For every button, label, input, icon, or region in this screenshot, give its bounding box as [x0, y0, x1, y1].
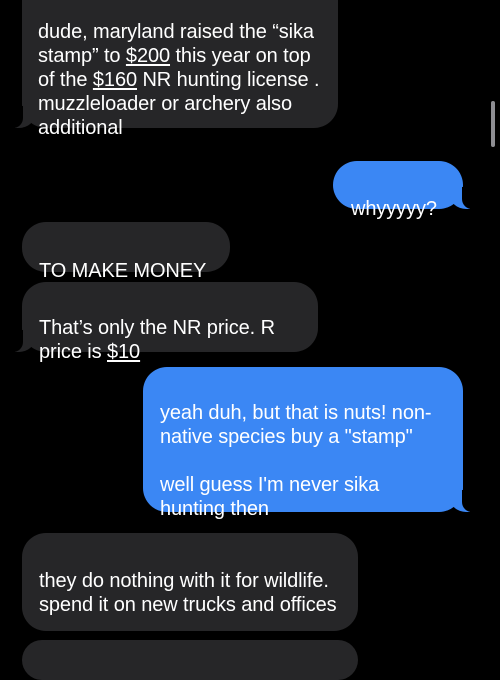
bubble-tail: [450, 187, 476, 209]
incoming-message-bubble[interactable]: they do nothing with it for wildlife. sp…: [22, 533, 358, 631]
message-text: That’s only the NR price. R price is $10: [39, 317, 275, 363]
incoming-message-bubble[interactable]: [22, 640, 358, 680]
scrollbar[interactable]: [491, 101, 495, 147]
message-text: dude, maryland raised the “sika stamp” t…: [38, 21, 320, 139]
message-text: whyyyyy?: [351, 198, 437, 220]
incoming-message-bubble[interactable]: That’s only the NR price. R price is $10: [9, 282, 318, 363]
message-text: they do nothing with it for wildlife. sp…: [39, 570, 337, 616]
price-link[interactable]: $200: [126, 45, 170, 67]
incoming-message-bubble[interactable]: dude, maryland raised the “sika stamp” t…: [9, 0, 338, 139]
message-text: yeah duh, but that is nuts! non-native s…: [160, 402, 432, 520]
outgoing-message-bubble[interactable]: yeah duh, but that is nuts! non-native s…: [143, 367, 476, 520]
price-link[interactable]: $160: [93, 69, 137, 91]
bubble-tail: [9, 106, 35, 128]
incoming-message-bubble[interactable]: TO MAKE MONEY: [22, 222, 230, 282]
price-link[interactable]: $10: [107, 341, 140, 363]
bubble-tail: [450, 490, 476, 512]
outgoing-message-bubble[interactable]: whyyyyy?: [333, 161, 476, 220]
bubble-tail: [9, 330, 35, 352]
message-thread[interactable]: dude, maryland raised the “sika stamp” t…: [0, 0, 500, 680]
message-text: TO MAKE MONEY: [39, 260, 207, 282]
